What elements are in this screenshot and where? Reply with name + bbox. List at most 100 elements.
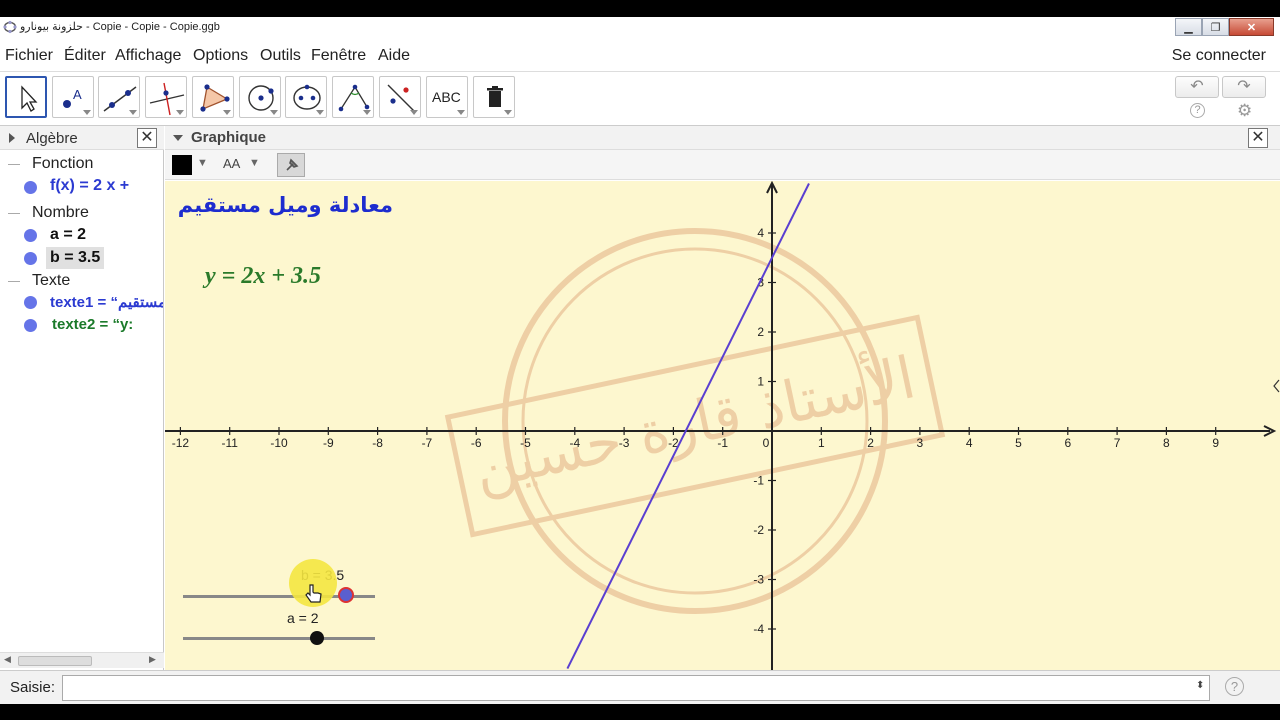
collapse-arrow-icon[interactable] <box>1273 379 1280 393</box>
input-bar: Saisie: ⬍ ? <box>0 670 1280 704</box>
slider-a-label: a = 2 <box>287 610 319 626</box>
x-tick-label: 8 <box>1163 436 1170 450</box>
sign-in-link[interactable]: Se connecter <box>1172 47 1266 65</box>
x-tick-label: -5 <box>520 436 531 450</box>
screen-border <box>0 704 1280 720</box>
circle-tool-button[interactable] <box>239 76 281 118</box>
restore-button[interactable]: ❐ <box>1202 18 1229 36</box>
algebra-view: Algèbre ✕ Fonction f(x) = 2 x + Nombre a… <box>0 126 164 670</box>
input-field[interactable] <box>62 675 1210 701</box>
font-size-button[interactable]: AA <box>223 156 240 171</box>
line-tool-button[interactable] <box>98 76 140 118</box>
menu-affichage[interactable]: Affichage <box>115 47 181 65</box>
category-fonction[interactable]: Fonction <box>32 155 93 173</box>
menu-outils[interactable]: Outils <box>260 47 301 65</box>
settings-gear-icon[interactable]: ⚙ <box>1237 101 1252 121</box>
redo-button[interactable]: ↷ <box>1222 76 1266 98</box>
graphics-header: Graphique ✕ <box>165 126 1280 150</box>
text-item-clip: texte1 = “معادلة ومستقيم <box>50 293 163 315</box>
arabic-title-text[interactable]: معادلة وميل مستقيم <box>173 193 393 217</box>
help-icon[interactable]: ? <box>1190 103 1205 118</box>
x-tick-label: -7 <box>422 436 433 450</box>
toolbar: A ABC ↶ ↷ ? ⚙ <box>0 72 1280 126</box>
algebra-item-b[interactable]: b = 3.5 <box>50 249 100 267</box>
graphics-view: Graphique ✕ ▼ AA ▼ الأستاذ قارة حسين -1 2 <box>165 126 1280 670</box>
collapse-triangle-icon[interactable] <box>8 132 16 144</box>
text-tool-button[interactable]: ABC <box>426 76 468 118</box>
input-help-icon[interactable]: ? <box>1225 677 1244 696</box>
algebra-header: Algèbre ✕ <box>0 126 164 150</box>
scroll-right-icon[interactable]: ▶ <box>149 654 156 665</box>
geogebra-window: حلزونة بيونارو - Copie - Copie - Copie.g… <box>0 0 1280 720</box>
tree-line <box>8 164 20 165</box>
pin-button[interactable] <box>277 153 305 177</box>
category-texte[interactable]: Texte <box>32 272 70 290</box>
algebra-item-a[interactable]: a = 2 <box>50 226 86 244</box>
graphics-close-button[interactable]: ✕ <box>1248 128 1268 148</box>
window-controls: ▁ ❐ ✕ <box>1175 18 1274 36</box>
angle-tool-button[interactable] <box>332 76 374 118</box>
text-tool-label: ABC <box>432 89 461 105</box>
x-tick-label: 3 <box>917 436 924 450</box>
menu-aide[interactable]: Aide <box>378 47 410 65</box>
dropdown-icon <box>504 110 512 115</box>
visibility-toggle[interactable] <box>24 229 37 242</box>
undo-button[interactable]: ↶ <box>1175 76 1219 98</box>
x-tick-label: 0 <box>763 436 770 450</box>
dropdown-icon <box>176 110 184 115</box>
perpendicular-tool-button[interactable] <box>145 76 187 118</box>
dropdown-icon <box>410 110 418 115</box>
minimize-button[interactable]: ▁ <box>1175 18 1202 36</box>
menu-options[interactable]: Options <box>193 47 248 65</box>
graphics-canvas[interactable]: الأستاذ قارة حسين -12 -11 -10 -9 -8 -7 -6 -5 -4-… <box>165 181 1280 670</box>
chevron-down-icon[interactable]: ▼ <box>249 157 260 169</box>
hand-cursor-icon <box>305 584 322 603</box>
category-nombre[interactable]: Nombre <box>32 204 89 222</box>
visibility-toggle[interactable] <box>24 296 37 309</box>
watermark-stamp: الأستاذ قارة حسين <box>444 228 946 614</box>
algebra-item-texte2[interactable]: texte2 = “y: <box>52 316 133 333</box>
slider-a-track[interactable] <box>183 637 375 640</box>
equation-text[interactable]: y = 2x + 3.5 <box>205 263 321 290</box>
point-tool-button[interactable]: A <box>52 76 94 118</box>
move-tool-button[interactable] <box>5 76 47 118</box>
collapse-triangle-icon[interactable] <box>172 134 184 142</box>
visibility-toggle[interactable] <box>24 181 37 194</box>
scroll-left-icon[interactable]: ◀ <box>4 654 11 665</box>
input-label: Saisie: <box>10 679 56 696</box>
style-bar: ▼ AA ▼ <box>165 150 1280 180</box>
visibility-toggle[interactable] <box>24 319 37 332</box>
menu-editer[interactable]: Éditer <box>64 47 106 65</box>
menu-fichier[interactable]: Fichier <box>5 47 53 65</box>
scroll-thumb[interactable] <box>18 656 92 666</box>
menu-fenetre[interactable]: Fenêtre <box>311 47 366 65</box>
close-button[interactable]: ✕ <box>1229 18 1274 36</box>
y-tick-label: -3 <box>753 573 764 587</box>
visibility-toggle[interactable] <box>24 252 37 265</box>
polygon-tool-button[interactable] <box>192 76 234 118</box>
y-tick-label: -1 <box>753 474 764 488</box>
x-tick-label: -8 <box>372 436 383 450</box>
x-tick-label: 1 <box>818 436 825 450</box>
color-swatch[interactable] <box>172 155 192 175</box>
algebra-item-f[interactable]: f(x) = 2 x + <box>50 177 129 195</box>
tree-line <box>8 213 20 214</box>
input-history-icon[interactable]: ⬍ <box>1196 680 1204 691</box>
dropdown-icon <box>129 110 137 115</box>
algebra-horizontal-scrollbar[interactable]: ◀ ▶ <box>0 652 164 668</box>
x-tick-label: -11 <box>221 436 238 450</box>
tree-line <box>8 281 20 282</box>
chevron-down-icon[interactable]: ▼ <box>197 157 208 169</box>
geogebra-icon <box>3 20 17 34</box>
window-title: حلزونة بيونارو - Copie - Copie - Copie.g… <box>20 21 220 33</box>
conic-tool-button[interactable] <box>285 76 327 118</box>
x-tick-label: -6 <box>471 436 482 450</box>
x-tick-label: 2 <box>867 436 874 450</box>
reflect-tool-button[interactable] <box>379 76 421 118</box>
delete-tool-button[interactable] <box>473 76 515 118</box>
algebra-item-texte1[interactable]: texte1 = “معادلة ومستقيم <box>50 293 163 311</box>
dropdown-icon <box>457 110 465 115</box>
svg-text:A: A <box>73 87 82 102</box>
algebra-close-button[interactable]: ✕ <box>137 128 157 148</box>
dropdown-icon <box>363 110 371 115</box>
